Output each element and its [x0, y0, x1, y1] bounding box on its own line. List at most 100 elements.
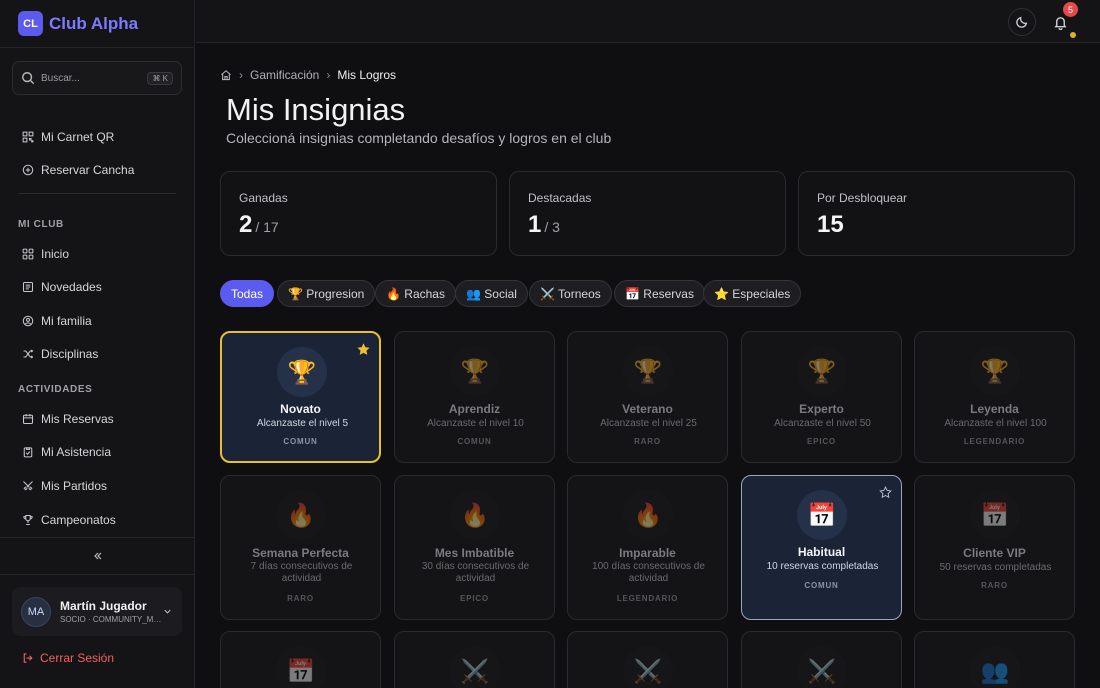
badge-emoji: 📅	[970, 490, 1020, 540]
badge-name: Mes Imbatible	[434, 546, 515, 560]
badge-desc: Alcanzaste el nivel 50	[774, 418, 871, 429]
chevron-down-icon	[164, 609, 171, 614]
stat-label: Ganadas	[239, 191, 288, 205]
star-filled-icon[interactable]	[357, 343, 370, 356]
nav-label: Inicio	[41, 247, 70, 261]
nav-label: Disciplinas	[41, 347, 99, 361]
stat-value: 15	[817, 211, 1056, 239]
nav-mi-asistencia[interactable]: Mi Asistencia	[12, 438, 182, 466]
star-outline-icon[interactable]	[879, 486, 892, 499]
user-name: Martín Jugador	[60, 599, 147, 613]
badge-rarity: COMUN	[804, 581, 839, 590]
nav-mi-carnet-qr[interactable]: Mi Carnet QR	[12, 123, 182, 151]
badge-desc: 100 días consecutivos de actividad	[592, 561, 705, 584]
filter-progresion[interactable]: 🏆 Progresion	[277, 280, 376, 307]
nav-mis-reservas[interactable]: Mis Reservas	[12, 405, 182, 433]
grid-icon	[22, 248, 34, 260]
nav-campeonatos[interactable]: Campeonatos	[12, 506, 182, 534]
filter-torneos[interactable]: ⚔️ Torneos	[529, 280, 612, 307]
stat-card-ganadas: Ganadas 2/ 17	[220, 171, 497, 256]
stat-total: / 17	[255, 219, 279, 235]
badge-card-aprendiz[interactable]: 🏆 Aprendiz Alcanzaste el nivel 10 COMUN	[394, 331, 555, 463]
filter-todas[interactable]: Todas	[220, 280, 275, 307]
theme-toggle-button[interactable]	[1008, 8, 1036, 36]
logout-button[interactable]: Cerrar Sesión	[22, 651, 114, 665]
shuffle-icon	[23, 349, 34, 359]
logout-label: Cerrar Sesión	[40, 651, 115, 665]
filter-especiales[interactable]: ⭐ Especiales	[703, 280, 802, 307]
badge-card[interactable]: 👥	[914, 631, 1075, 688]
nav-label: Mi familia	[41, 314, 92, 328]
filter-social[interactable]: 👥 Social	[455, 280, 528, 307]
nav-label: Mis Partidos	[41, 479, 108, 493]
badge-card[interactable]: ⚔️	[741, 631, 902, 688]
badge-desc: Alcanzaste el nivel 10	[427, 418, 524, 429]
badge-card-imparable[interactable]: 🔥 Imparable 100 días consecutivos de act…	[567, 475, 728, 620]
badge-rarity: RARO	[287, 594, 314, 603]
brand[interactable]: CL Club Alpha	[0, 0, 194, 48]
stat-label: Destacadas	[528, 191, 592, 205]
page-subtitle: Coleccioná insignias completando desafío…	[226, 130, 612, 146]
badge-card[interactable]: 📅	[220, 631, 381, 688]
badge-emoji: ⚔️	[623, 646, 673, 688]
badge-name: Leyenda	[970, 402, 1019, 416]
qr-code-icon	[22, 131, 34, 143]
badge-desc: Alcanzaste el nivel 25	[600, 418, 697, 429]
badge-emoji: 🏆	[970, 346, 1020, 396]
user-role: SOCIO · COMMUNITY_MEMBER	[60, 615, 162, 624]
badge-name: Experto	[799, 402, 844, 416]
newspaper-icon	[22, 281, 34, 293]
topbar: 5	[196, 0, 1100, 43]
badge-card[interactable]: ⚔️	[567, 631, 728, 688]
section-title-actividades: ACTIVIDADES	[18, 384, 93, 395]
nav-reservar-cancha[interactable]: Reservar Cancha	[12, 156, 182, 184]
section-title-mi-club: MI CLUB	[18, 219, 64, 230]
search-shortcut: ⌘ K	[147, 71, 173, 85]
chevrons-left-icon	[93, 552, 101, 560]
badge-card-cliente-vip[interactable]: 📅 Cliente VIP 50 reservas completadas RA…	[914, 475, 1075, 620]
badge-card-leyenda[interactable]: 🏆 Leyenda Alcanzaste el nivel 100 LEGEND…	[914, 331, 1075, 463]
breadcrumb-section[interactable]: Gamificación	[250, 68, 319, 82]
swords-icon	[23, 481, 33, 491]
badge-emoji: 🏆	[797, 346, 847, 396]
bell-icon	[1053, 16, 1067, 30]
breadcrumb-current: Mis Logros	[337, 68, 397, 82]
nav-label: Mi Asistencia	[41, 445, 112, 459]
stat-card-destacadas: Destacadas 1/ 3	[509, 171, 786, 256]
stat-card-por-desbloquear: Por Desbloquear 15	[798, 171, 1075, 256]
badge-card-semana-perfecta[interactable]: 🔥 Semana Perfecta 7 días consecutivos de…	[220, 475, 381, 620]
filter-rachas[interactable]: 🔥 Rachas	[375, 280, 456, 307]
nav-disciplinas[interactable]: Disciplinas	[12, 340, 182, 368]
badge-card-mes-imbatible[interactable]: 🔥 Mes Imbatible 30 días consecutivos de …	[394, 475, 555, 620]
badge-name: Cliente VIP	[963, 546, 1026, 560]
notification-count-badge: 5	[1063, 2, 1078, 17]
search-input[interactable]: Buscar... ⌘ K	[12, 61, 182, 95]
filter-reservas[interactable]: 📅 Reservas	[614, 280, 705, 307]
stat-value: 2/ 17	[239, 211, 478, 239]
badge-name: Aprendiz	[448, 402, 501, 416]
user-menu[interactable]: MA Martín Jugador SOCIO · COMMUNITY_MEMB…	[12, 587, 182, 636]
collapse-sidebar-button[interactable]	[0, 537, 195, 575]
search-icon	[22, 72, 35, 85]
badge-desc: Alcanzaste el nivel 100	[944, 418, 1047, 429]
badge-desc: Alcanzaste el nivel 5	[256, 418, 349, 429]
badge-emoji: 📅	[276, 646, 326, 688]
nav-mis-partidos[interactable]: Mis Partidos	[12, 472, 182, 500]
nav-novedades[interactable]: Novedades	[12, 273, 182, 301]
badge-card-experto[interactable]: 🏆 Experto Alcanzaste el nivel 50 EPICO	[741, 331, 902, 463]
badge-emoji: 🏆	[450, 346, 500, 396]
nav-inicio[interactable]: Inicio	[12, 240, 182, 268]
logout-icon	[23, 653, 33, 663]
badge-card[interactable]: ⚔️	[394, 631, 555, 688]
badge-emoji: 🏆	[623, 346, 673, 396]
home-icon[interactable]	[220, 69, 232, 81]
badge-card-veterano[interactable]: 🏆 Veterano Alcanzaste el nivel 25 RARO	[567, 331, 728, 463]
badge-emoji: 📅	[797, 490, 847, 540]
badge-card-habitual[interactable]: 📅 Habitual 10 reservas completadas COMUN	[741, 475, 902, 620]
badge-rarity: EPICO	[460, 594, 489, 603]
badge-name: Habitual	[797, 545, 846, 559]
badge-card-novato[interactable]: 🏆 Novato Alcanzaste el nivel 5 COMUN	[220, 331, 381, 463]
badge-name: Imparable	[619, 546, 676, 560]
badge-emoji: ⚔️	[450, 646, 500, 688]
nav-mi-familia[interactable]: Mi familia	[12, 307, 182, 335]
